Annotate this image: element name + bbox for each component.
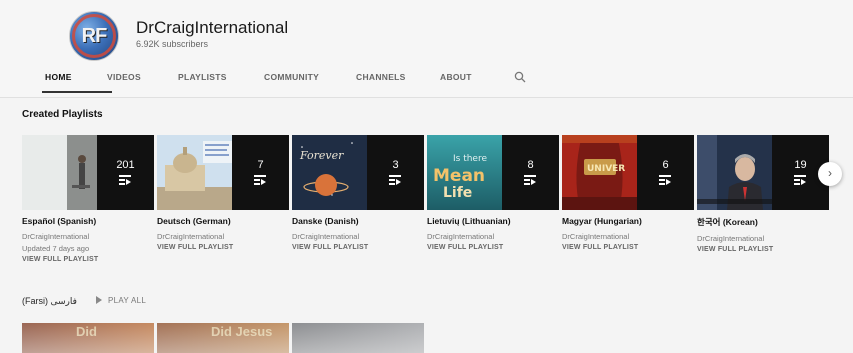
thumbnail-text: Forever bbox=[299, 149, 344, 162]
video-count: 201 bbox=[116, 159, 135, 171]
playlist-title[interactable]: 한국어 (Korean) bbox=[697, 216, 829, 228]
search-icon[interactable] bbox=[514, 71, 526, 83]
play-all-label: PLAY ALL bbox=[108, 296, 147, 305]
view-full-playlist-link[interactable]: VIEW FULL PLAYLIST bbox=[157, 244, 289, 251]
playlist-card[interactable]: 7 Deutsch (German) DrCraigInternational … bbox=[157, 135, 289, 251]
playlist-owner[interactable]: DrCraigInternational bbox=[562, 232, 694, 241]
chevron-right-icon: › bbox=[828, 166, 832, 180]
thumbnail-image: UNIVER bbox=[562, 135, 637, 210]
playlist-icon bbox=[524, 175, 536, 185]
playlist-owner[interactable]: DrCraigInternational bbox=[697, 234, 829, 243]
playlist-thumbnail[interactable]: UNIVER 6 bbox=[562, 135, 694, 210]
view-full-playlist-link[interactable]: VIEW FULL PLAYLIST bbox=[292, 244, 424, 251]
video-count: 8 bbox=[527, 159, 534, 171]
tab-videos[interactable]: VIDEOS bbox=[107, 72, 141, 82]
channel-avatar[interactable]: RF bbox=[69, 11, 119, 61]
channel-header: RF DrCraigInternational 6.92K subscriber… bbox=[0, 0, 853, 98]
avatar-monogram: RF bbox=[81, 25, 108, 47]
playlist-title[interactable]: Magyar (Hungarian) bbox=[562, 216, 694, 226]
playlist-owner[interactable]: DrCraigInternational bbox=[292, 232, 424, 241]
video-thumbnail[interactable] bbox=[292, 323, 424, 353]
playlist-card[interactable]: 201 Español (Spanish) DrCraigInternation… bbox=[22, 135, 154, 263]
playlist-card[interactable]: Mean Life Is there 8 Lietuvių (Lithuania… bbox=[427, 135, 559, 251]
thumbnail-image: Mean Life Is there bbox=[427, 135, 502, 210]
playlist-overlay: 6 bbox=[637, 135, 694, 210]
svg-text:Life: Life bbox=[443, 185, 472, 201]
channel-name: DrCraigInternational bbox=[136, 18, 289, 37]
channel-tabs: HOME VIDEOS PLAYLISTS COMMUNITY CHANNELS… bbox=[22, 68, 582, 96]
playlist-icon bbox=[659, 175, 671, 185]
video-count: 3 bbox=[392, 159, 399, 171]
playlist-overlay: 3 bbox=[367, 135, 424, 210]
subscriber-count: 6.92K subscribers bbox=[136, 39, 209, 49]
playlist-updated: Updated 7 days ago bbox=[22, 244, 90, 253]
video-count: 7 bbox=[257, 159, 264, 171]
playlist-overlay: 7 bbox=[232, 135, 289, 210]
playlist-icon bbox=[254, 175, 266, 185]
tab-home[interactable]: HOME bbox=[45, 72, 72, 82]
play-all-button[interactable]: PLAY ALL bbox=[96, 296, 146, 305]
play-icon bbox=[96, 296, 102, 304]
playlist-owner[interactable]: DrCraigInternational bbox=[427, 232, 559, 241]
playlist-title[interactable]: Deutsch (German) bbox=[157, 216, 289, 226]
playlist-icon bbox=[794, 175, 806, 185]
tab-playlists[interactable]: PLAYLISTS bbox=[178, 72, 227, 82]
playlist-owner[interactable]: DrCraigInternational bbox=[157, 232, 289, 241]
playlist-owner[interactable]: DrCraigInternational bbox=[22, 232, 154, 241]
active-tab-indicator bbox=[42, 91, 112, 93]
thumbnail-text: Did bbox=[76, 324, 97, 339]
tab-community[interactable]: COMMUNITY bbox=[264, 72, 319, 82]
playlist-thumbnail[interactable]: 7 bbox=[157, 135, 289, 210]
tab-channels[interactable]: CHANNELS bbox=[356, 72, 406, 82]
svg-text:Mean: Mean bbox=[433, 166, 485, 186]
video-thumbnail[interactable]: Did Jesus bbox=[157, 323, 289, 353]
shelf-title[interactable]: فارسی (Farsi) bbox=[22, 296, 77, 307]
playlist-icon bbox=[119, 175, 131, 185]
tab-about[interactable]: ABOUT bbox=[440, 72, 472, 82]
view-full-playlist-link[interactable]: VIEW FULL PLAYLIST bbox=[22, 256, 154, 263]
playlist-title[interactable]: Lietuvių (Lithuanian) bbox=[427, 216, 559, 226]
svg-text:Is there: Is there bbox=[453, 154, 487, 164]
thumbnail-image bbox=[22, 135, 97, 210]
thumbnail-image bbox=[157, 135, 232, 210]
video-count: 6 bbox=[662, 159, 669, 171]
shelf-next-button[interactable]: › bbox=[818, 162, 842, 186]
thumbnail-text: Did Jesus bbox=[211, 324, 273, 339]
playlist-title[interactable]: Español (Spanish) bbox=[22, 216, 154, 226]
playlist-card[interactable]: UNIVER 6 Magyar (Hungarian) DrCraigInter… bbox=[562, 135, 694, 251]
header-divider bbox=[0, 97, 853, 98]
playlist-thumbnail[interactable]: 201 bbox=[22, 135, 154, 210]
playlist-card[interactable]: Forever 3 Danske (Danish) DrCraigInterna… bbox=[292, 135, 424, 251]
playlist-thumbnail[interactable]: Forever 3 bbox=[292, 135, 424, 210]
playlist-thumbnail[interactable]: Mean Life Is there 8 bbox=[427, 135, 559, 210]
thumbnail-image bbox=[697, 135, 772, 210]
section-title: Created Playlists bbox=[22, 109, 103, 120]
video-thumbnail[interactable]: Did bbox=[22, 323, 154, 353]
playlist-overlay: 8 bbox=[502, 135, 559, 210]
playlist-icon bbox=[389, 175, 401, 185]
thumbnail-text: UNIVER bbox=[587, 164, 625, 174]
thumbnail-image: Forever bbox=[292, 135, 367, 210]
view-full-playlist-link[interactable]: VIEW FULL PLAYLIST bbox=[562, 244, 694, 251]
playlist-card[interactable]: 19 한국어 (Korean) DrCraigInternational VIE… bbox=[697, 135, 829, 253]
playlist-overlay: 201 bbox=[97, 135, 154, 210]
playlist-title[interactable]: Danske (Danish) bbox=[292, 216, 424, 226]
playlist-thumbnail[interactable]: 19 bbox=[697, 135, 829, 210]
view-full-playlist-link[interactable]: VIEW FULL PLAYLIST bbox=[427, 244, 559, 251]
view-full-playlist-link[interactable]: VIEW FULL PLAYLIST bbox=[697, 246, 829, 253]
